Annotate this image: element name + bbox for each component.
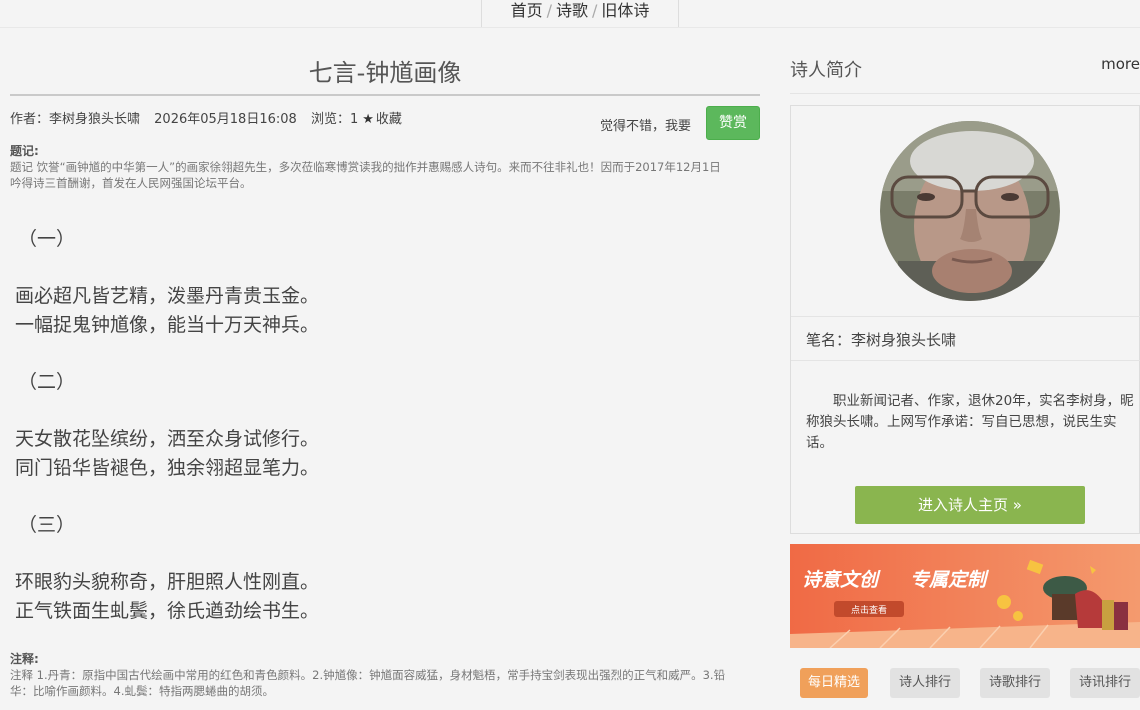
tab-poet-ranking[interactable]: 诗人排行 xyxy=(890,668,960,698)
tab-poem-ranking[interactable]: 诗歌排行 xyxy=(980,668,1050,698)
view-count: 浏览：1 xyxy=(310,112,359,127)
breadcrumb-separator: / xyxy=(592,1,598,20)
publish-time: 2026年05月18日16:08 xyxy=(154,112,297,127)
article-meta: 作者：李树身狼头长啸 2026年05月18日16:08 浏览：1 ★ 收藏 觉得不错… xyxy=(10,96,760,144)
breadcrumb-home[interactable]: 首页 xyxy=(511,1,543,20)
poem-line: 天女散花坠缤纷，洒至众身试修行。 xyxy=(15,428,320,450)
poem-line: 画必超凡皆艺精，泼墨丹青贵玉金。 xyxy=(15,285,320,307)
poet-card: 笔名：李树身狼头长啸 职业新闻记者、作家，退休20年，实名李树身，昵称狼头长啸。… xyxy=(790,105,1140,534)
sidebar-header: 诗人简介 more xyxy=(790,28,1140,94)
sidebar: 诗人简介 more 笔名：李树身狼头长啸 职业新闻记者、作家，退休20年，实名李… xyxy=(790,28,1140,698)
favorite-link[interactable]: 收藏 xyxy=(376,112,402,127)
preface-label: 题记: xyxy=(10,144,39,158)
poem-line: 同门铅华皆褪色，独余翎超显笔力。 xyxy=(15,457,320,479)
preface-line: 题记 饮誉“画钟馗的中华第一人”的画家徐翎超先生，多次莅临寒博赏读我的拙作并惠赐… xyxy=(10,160,721,174)
tab-daily-picks[interactable]: 每日精选 xyxy=(800,668,868,698)
reward-button[interactable]: 赞赏 xyxy=(706,106,760,140)
preface: 题记: 题记 饮誉“画钟馗的中华第一人”的画家徐翎超先生，多次莅临寒博赏读我的拙… xyxy=(10,144,760,191)
banner-headline: 专属定制 xyxy=(910,569,990,591)
poem-section-title: （一） xyxy=(18,228,76,250)
notes-label: 注释: xyxy=(10,652,39,666)
notes-line: 华：比喻作画颜料。4.虬鬓：特指两腮蜷曲的胡须。 xyxy=(10,684,274,698)
meta-info: 作者：李树身狼头长啸 2026年05月18日16:08 浏览：1 ★ 收藏 xyxy=(10,108,412,127)
poem-line: 环眼豹头貌称奇，肝胆照人性刚直。 xyxy=(15,571,320,593)
sidebar-title: 诗人简介 xyxy=(790,60,862,81)
reward-prompt: 觉得不错，我要 xyxy=(600,119,692,134)
breadcrumb-category[interactable]: 旧体诗 xyxy=(601,1,649,20)
avatar[interactable] xyxy=(880,121,1060,301)
annotations: 注释: 注释 1.丹青：原指中国古代绘画中常用的红色和青色颜料。2.钟馗像：钟馗… xyxy=(10,652,760,699)
poem-line: 正气铁面生虬鬓，徐氏遒劲绘书生。 xyxy=(15,600,320,622)
pen-name: 笔名：李树身狼头长啸 xyxy=(806,331,957,349)
poem-section-title: （二） xyxy=(18,371,76,393)
banner-button[interactable]: 点击查看 xyxy=(851,604,887,616)
notes-line: 注释 1.丹青：原指中国古代绘画中常用的红色和青色颜料。2.钟馗像：钟馗面容威猛… xyxy=(10,668,726,682)
breadcrumb-separator: / xyxy=(546,1,552,20)
preface-line: 吟得诗三首酬谢，首发在人民网强国论坛平台。 xyxy=(10,176,252,190)
banner-headline: 诗意文创 xyxy=(802,569,881,591)
star-icon[interactable]: ★ xyxy=(362,112,374,127)
author-link[interactable]: 作者：李树身狼头长啸 xyxy=(10,112,140,127)
enter-poet-home-button[interactable]: 进入诗人主页 » xyxy=(855,486,1085,524)
poem-line: 一幅捉鬼钟馗像，能当十万天神兵。 xyxy=(15,314,320,336)
tab-news-ranking[interactable]: 诗讯排行 xyxy=(1070,668,1140,698)
promo-banner[interactable]: 诗意文创 专属定制 点击查看 xyxy=(790,544,1140,648)
more-link[interactable]: more xyxy=(1101,55,1140,73)
poet-bio: 职业新闻记者、作家，退休20年，实名李树身，昵称狼头长啸。上网写作承诺：写自已思… xyxy=(806,393,1134,451)
poem-section-title: （三） xyxy=(18,514,76,536)
page-title: 七言-钟馗画像 xyxy=(308,59,462,87)
poem-body: （一） 画必超凡皆艺精，泼墨丹青贵玉金。 一幅捉鬼钟馗像，能当十万天神兵。 （二… xyxy=(10,225,760,626)
article: 七言-钟馗画像 作者：李树身狼头长啸 2026年05月18日16:08 浏览：1… xyxy=(10,28,760,626)
breadcrumb-poetry[interactable]: 诗歌 xyxy=(556,1,588,20)
breadcrumb: 首页 / 诗歌 / 旧体诗 xyxy=(481,0,679,28)
ranking-tabs: 每日精选 诗人排行 诗歌排行 诗讯排行 xyxy=(790,668,1140,700)
